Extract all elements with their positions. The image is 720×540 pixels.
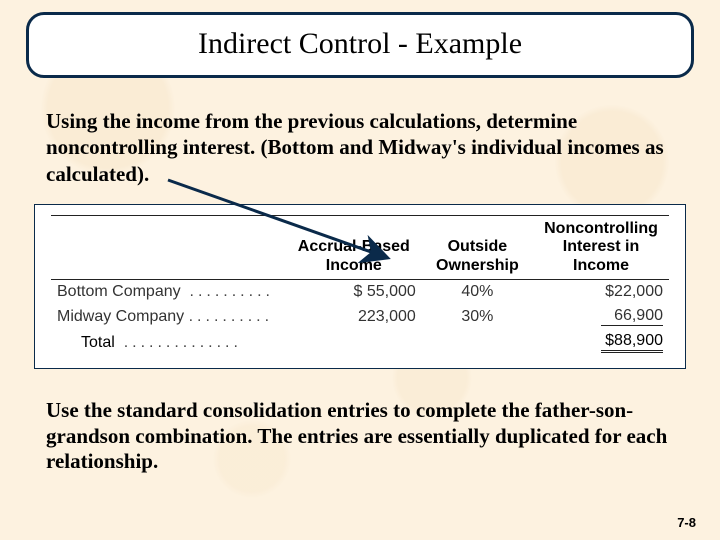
outro-paragraph: Use the standard consolidation entries t… bbox=[46, 398, 674, 475]
header-nci: NoncontrollingInterest inIncome bbox=[533, 216, 669, 280]
page-number: 7-8 bbox=[677, 515, 696, 530]
page-title: Indirect Control - Example bbox=[29, 27, 691, 61]
header-ownership: OutsideOwnership bbox=[422, 216, 533, 280]
arrow-icon bbox=[158, 172, 418, 272]
table-row: Midway Company .......... 223,000 30% 66… bbox=[51, 304, 669, 329]
table-total-row: Total .............. $88,900 bbox=[51, 329, 669, 356]
title-box: Indirect Control - Example bbox=[26, 12, 694, 78]
table-row: Bottom Company .......... $ 55,000 40% $… bbox=[51, 280, 669, 305]
